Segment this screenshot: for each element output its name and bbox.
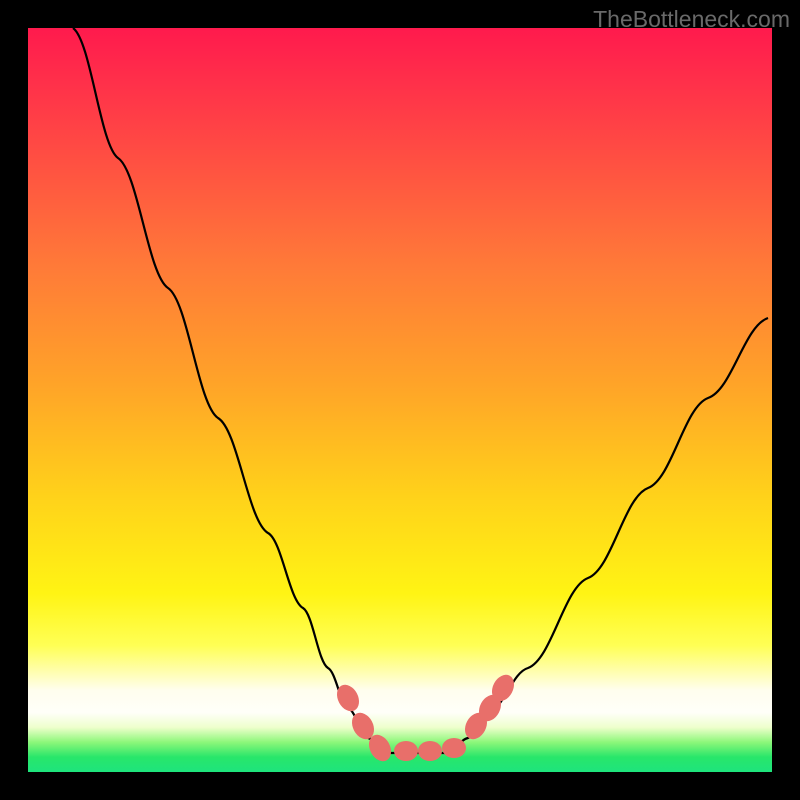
plot-area	[28, 28, 772, 772]
bead-group	[333, 671, 519, 765]
watermark-text: TheBottleneck.com	[593, 6, 790, 33]
bead-mid-2	[418, 741, 442, 761]
chart-root: TheBottleneck.com	[0, 0, 800, 800]
curve-layer	[28, 28, 772, 772]
bottleneck-curve-path	[73, 28, 768, 753]
bead-mid-3	[442, 738, 466, 758]
bead-mid-1	[394, 741, 418, 761]
